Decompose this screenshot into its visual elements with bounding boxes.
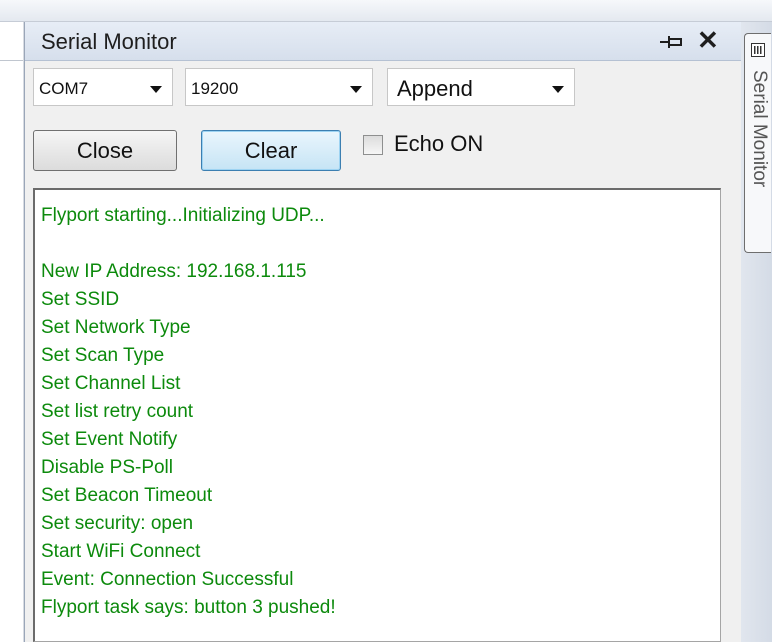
baud-rate-select[interactable]: 19200 [185,68,373,106]
chevron-down-icon [552,86,564,93]
side-tab-label: Serial Monitor [749,70,770,188]
close-icon[interactable]: ✕ [697,27,719,53]
serial-output-textarea[interactable]: Flyport starting...Initializing UDP... Ne… [33,188,721,642]
baud-rate-select-value: 19200 [191,79,239,98]
output-line: Flyport task says: button 3 pushed! [41,597,336,618]
output-line: Event: Connection Successful [41,569,294,590]
pin-icon[interactable] [659,33,685,51]
left-docked-pane [0,22,24,642]
serial-monitor-tab-icon [751,43,765,57]
output-line: Set Channel List [41,373,181,394]
output-line: Disable PS-Poll [41,457,173,478]
output-line: Set Network Type [41,317,191,338]
port-select[interactable]: COM7 [33,68,173,106]
echo-checkbox-label: Echo ON [394,131,484,156]
output-line: Start WiFi Connect [41,541,201,562]
line-mode-select-value: Append [397,76,473,101]
panel-titlebar: Serial Monitor ✕ [25,22,741,61]
chevron-down-icon [150,86,162,93]
echo-checkbox[interactable] [363,135,383,155]
output-line: Set Scan Type [41,345,165,366]
chevron-down-icon [350,86,362,93]
clear-button[interactable]: Clear [201,130,341,171]
output-line: Set SSID [41,289,120,310]
output-line: Flyport starting...Initializing UDP... [41,205,325,226]
output-line: Set security: open [41,513,194,534]
panel-title: Serial Monitor [41,29,177,54]
top-border-strip [0,0,772,22]
output-line: Set Beacon Timeout [41,485,213,506]
serial-monitor-panel: Serial Monitor ✕ COM7 19200 Append Close… [24,22,741,642]
line-mode-select[interactable]: Append [387,68,575,106]
left-pane-divider [0,60,23,61]
port-select-value: COM7 [39,79,89,98]
output-line: Set Event Notify [41,429,178,450]
close-button[interactable]: Close [33,130,177,171]
output-line: Set list retry count [41,401,194,422]
output-line: New IP Address: 192.168.1.115 [41,261,307,282]
serial-monitor-side-tab[interactable]: Serial Monitor [744,33,771,253]
